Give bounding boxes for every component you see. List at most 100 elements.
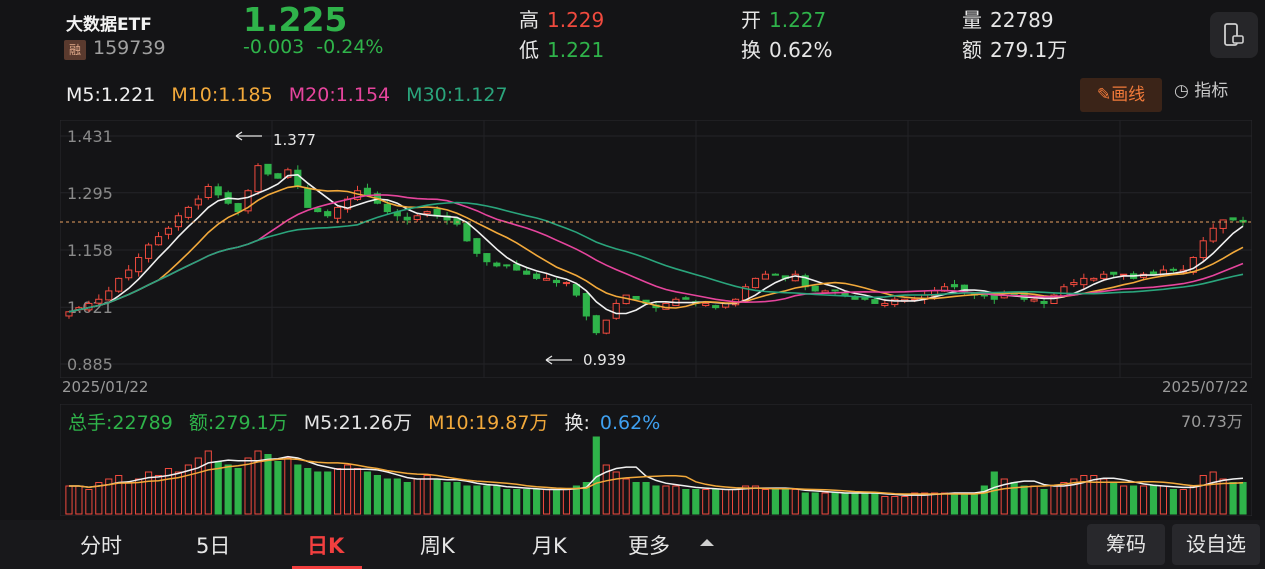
y-tick-label: 1.431 [67, 127, 113, 146]
candle [851, 296, 859, 300]
candle [682, 297, 690, 300]
volume-bar [433, 478, 441, 515]
candle [751, 277, 760, 289]
volume-bar [1139, 485, 1148, 515]
candle [214, 186, 222, 196]
kline-candles [65, 163, 1247, 336]
volume-turnover: 换: 0.62% [564, 412, 661, 434]
candle [264, 163, 272, 175]
tab-5day[interactable]: 5日 [196, 530, 230, 560]
tab-intraday[interactable]: 分时 [80, 530, 122, 560]
volume-bar [791, 489, 799, 515]
volume-bar [284, 457, 292, 515]
tab-daily-k[interactable]: 日K [307, 530, 344, 560]
volume-bar [1169, 489, 1177, 515]
volume-bar [453, 482, 461, 515]
candle [125, 269, 133, 279]
volume-bar [304, 468, 312, 515]
volume-bar [652, 485, 660, 515]
ma-legend: M5:1.221 M10:1.185 M20:1.154 M30:1.127 [66, 84, 518, 106]
stat-amount: 额 279.1万 [962, 38, 1068, 62]
chips-button[interactable]: 筹码 [1087, 524, 1165, 565]
volume-bar [423, 475, 431, 515]
draw-line-button[interactable]: ✎画线 [1080, 78, 1162, 112]
volume-max-label: 70.73万 [1181, 412, 1243, 431]
candle [1090, 277, 1098, 281]
volume-bar [861, 492, 869, 515]
gauge-icon: ◷ [1174, 81, 1189, 101]
chevron-up-icon[interactable] [700, 539, 714, 546]
volume-bar [413, 478, 421, 515]
candle [473, 238, 481, 254]
y-tick-label: 1.158 [67, 241, 113, 260]
change-percent: -0.24% [316, 36, 384, 58]
candle [174, 215, 183, 228]
volume-bar [443, 482, 451, 515]
stock-code: 159739 [93, 37, 166, 59]
volume-bar [811, 492, 819, 515]
tab-more[interactable]: 更多 [628, 530, 670, 560]
candle [881, 302, 889, 307]
pencil-icon: ✎ [1096, 85, 1112, 105]
stat-high: 高 1.229 [519, 8, 605, 32]
volume-bar [65, 485, 73, 515]
add-watchlist-button[interactable]: 设自选 [1172, 524, 1260, 565]
volume-bar [761, 489, 770, 515]
volume-bar [403, 482, 411, 515]
candle [761, 273, 770, 280]
candle [463, 223, 471, 242]
price-change: -0.003 -0.24% [243, 36, 383, 58]
volume-bar [274, 461, 282, 515]
tab-weekly-k[interactable]: 周K [420, 530, 455, 560]
phone-rotate-icon [1224, 23, 1244, 46]
volume-bar [572, 485, 580, 515]
volume-bar [1060, 482, 1068, 515]
volume-bar [1050, 485, 1058, 515]
volume-bar [75, 485, 83, 515]
volume-bar [801, 492, 809, 515]
volume-bar [1120, 485, 1128, 515]
indicator-button[interactable]: ◷ 指标 [1174, 78, 1228, 104]
volume-m10: M10:19.87万 [428, 412, 549, 434]
volume-legend: 总手:22789 额:279.1万 M5:21.26万 M10:19.87万 换… [68, 408, 680, 435]
volume-bar [662, 485, 670, 515]
candle [423, 211, 431, 214]
candle [254, 165, 262, 193]
volume-bar [1209, 471, 1217, 515]
volume-bar [1020, 485, 1028, 515]
volume-bar [1159, 485, 1168, 515]
volume-bar [1179, 489, 1187, 515]
volume-bar [393, 478, 401, 515]
kline-chart[interactable]: 1.4311.2951.1581.0210.885 1.377 0.939 [60, 120, 1252, 378]
candle [1040, 301, 1048, 304]
volume-bar [950, 492, 959, 515]
open-value: 1.227 [769, 8, 827, 32]
stat-volume: 量 22789 [962, 8, 1054, 32]
candle [65, 311, 73, 317]
volume-bar [244, 457, 252, 515]
candle [1110, 271, 1118, 275]
volume-bar [831, 492, 839, 515]
landscape-toggle-button[interactable] [1210, 12, 1258, 58]
candle [950, 284, 959, 288]
volume-bar [353, 468, 362, 515]
candle [533, 273, 541, 279]
candle [552, 279, 561, 284]
volume-bar [881, 496, 889, 515]
candle [632, 295, 640, 300]
ma20-value: M20:1.154 [288, 84, 391, 106]
volume-bar [642, 482, 650, 515]
volume-bar [921, 492, 929, 515]
candle [811, 285, 819, 292]
candle [572, 283, 580, 296]
candle [314, 207, 322, 213]
candle [363, 187, 372, 196]
volume-bar [781, 489, 789, 515]
candle [105, 290, 113, 301]
candle [513, 263, 521, 271]
volume-bar [234, 468, 242, 515]
volume-bar [702, 489, 710, 515]
candle [234, 203, 242, 213]
tab-monthly-k[interactable]: 月K [532, 530, 567, 560]
candle [1229, 217, 1237, 221]
